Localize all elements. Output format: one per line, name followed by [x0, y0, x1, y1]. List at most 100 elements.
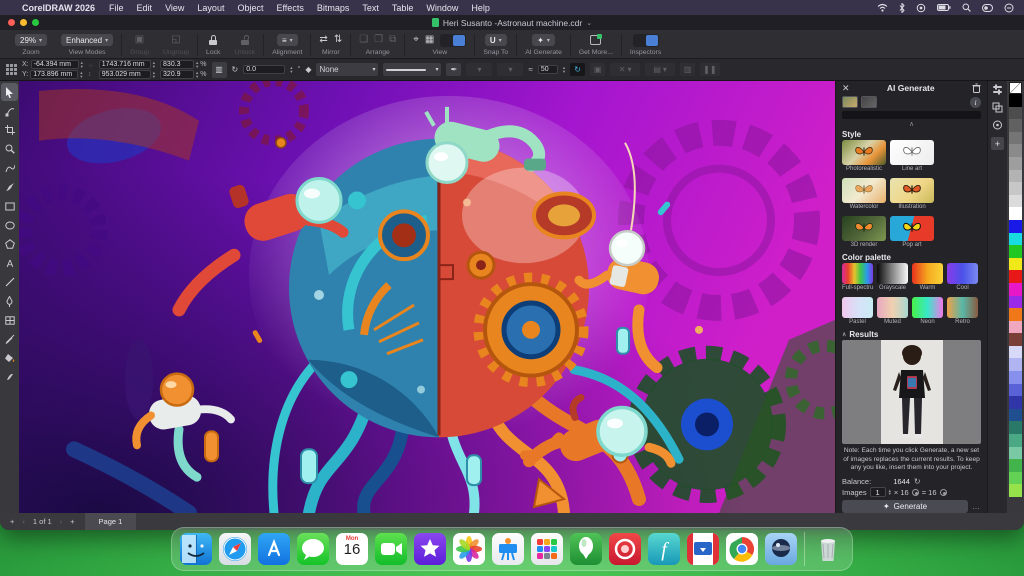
to-front-icon[interactable]: ❏ [359, 34, 368, 46]
info-icon[interactable]: i [970, 97, 981, 108]
fill-tool[interactable] [1, 349, 18, 367]
y-stepper[interactable]: ▴▾ [80, 71, 82, 78]
color-swatch[interactable] [1009, 283, 1022, 296]
menu-bitmaps[interactable]: Bitmaps [317, 3, 350, 13]
no-fill-swatch[interactable] [1009, 82, 1022, 94]
ai-generate-dropdown[interactable]: ✦▾ [532, 34, 555, 46]
menu-edit[interactable]: Edit [137, 3, 153, 13]
menu-layout[interactable]: Layout [197, 3, 224, 13]
images-stepper[interactable]: ▴▾ [889, 489, 891, 496]
distribute-button[interactable]: ▥ [680, 63, 695, 76]
rotation-stepper[interactable]: ▴▾ [290, 66, 292, 73]
mirror-horizontal-icon[interactable]: ⇄ [319, 34, 327, 46]
object-origin-icon[interactable] [6, 64, 17, 75]
palette-muted[interactable]: Muted [877, 297, 908, 327]
style-watercolor[interactable]: Watercolor [842, 178, 886, 212]
polygon-tool[interactable] [1, 235, 18, 253]
palette-retro[interactable]: Retro [947, 297, 978, 327]
menu-table[interactable]: Table [392, 3, 414, 13]
dock-photomirage[interactable] [609, 533, 641, 565]
artistic-media-tool[interactable] [1, 178, 18, 196]
color-swatch[interactable] [1009, 346, 1022, 359]
pen-settings-button[interactable]: ✒ [446, 63, 461, 76]
color-swatch[interactable] [1009, 258, 1022, 271]
palette-pastel[interactable]: Pastel [842, 297, 873, 327]
refresh-balance-icon[interactable]: ↻ [914, 477, 921, 486]
snap-to-dropdown[interactable]: U▾ [485, 34, 507, 46]
color-swatch[interactable] [1009, 195, 1022, 208]
table-tool[interactable] [1, 311, 18, 329]
color-swatch[interactable] [1009, 484, 1022, 497]
style-illustration[interactable]: Illustration [890, 178, 934, 212]
ellipse-tool[interactable] [1, 216, 18, 234]
rotation-field[interactable]: 0.0 [243, 65, 285, 74]
color-swatch[interactable] [1009, 371, 1022, 384]
wifi-icon[interactable] [877, 3, 888, 12]
dock-chrome[interactable] [726, 533, 758, 565]
width-field[interactable]: 1743.716 mm [99, 60, 151, 69]
color-swatch[interactable] [1009, 447, 1022, 460]
prompt-input[interactable] [842, 111, 981, 119]
brush-settings-icon[interactable] [992, 84, 1003, 95]
dock-imovie[interactable] [414, 533, 446, 565]
page-tab[interactable]: Page 1 [85, 513, 137, 530]
to-back-icon[interactable]: ❐ [374, 34, 383, 46]
color-swatch[interactable] [1009, 296, 1022, 309]
collapse-chevron-icon[interactable]: ∧ [842, 121, 981, 128]
text-tool[interactable]: A [1, 254, 18, 272]
color-swatch[interactable] [1009, 245, 1022, 258]
image-mode-button[interactable] [842, 96, 858, 108]
color-swatch[interactable] [1009, 396, 1022, 409]
scale-x-field[interactable]: 830.3 [160, 60, 194, 69]
dock-photos[interactable] [453, 533, 485, 565]
dock-safari[interactable] [219, 533, 251, 565]
menu-effects[interactable]: Effects [276, 3, 303, 13]
control-center-icon[interactable] [982, 4, 993, 12]
color-swatch[interactable] [1009, 182, 1022, 195]
battery-icon[interactable] [937, 4, 951, 12]
eyedropper-tool[interactable] [1, 330, 18, 348]
color-swatch[interactable] [1009, 459, 1022, 472]
x-stepper[interactable]: ▴▾ [81, 61, 83, 68]
grid-icon[interactable]: ▦ [425, 34, 434, 46]
menu-window[interactable]: Window [426, 3, 458, 13]
color-swatch[interactable] [1009, 207, 1022, 220]
overflow-icon[interactable] [1004, 3, 1014, 13]
add-page-button-right[interactable]: + [70, 517, 74, 526]
palette-neon[interactable]: Neon [912, 297, 943, 327]
color-swatch[interactable] [1009, 308, 1022, 321]
generate-button[interactable]: ✦Generate [842, 500, 968, 513]
scale-y-field[interactable]: 320.9 [160, 70, 194, 79]
dock-launchpad[interactable] [531, 533, 563, 565]
scale-y-stepper[interactable]: ▴▾ [196, 71, 198, 78]
alignment-dropdown[interactable]: ≡▾ [277, 34, 298, 46]
color-swatch[interactable] [1009, 472, 1022, 485]
color-swatch[interactable] [1009, 132, 1022, 145]
palette-full-spectrum[interactable]: Full-spectrum [842, 263, 873, 293]
palette-cool[interactable]: Cool [947, 263, 978, 293]
color-swatch[interactable] [1009, 119, 1022, 132]
dock-facetime[interactable] [375, 533, 407, 565]
corner-radius-field[interactable]: 50 [538, 65, 558, 74]
record-icon[interactable] [916, 3, 926, 13]
bluetooth-icon[interactable] [899, 3, 905, 13]
unlock-icon[interactable] [241, 35, 249, 45]
shape-tool[interactable] [1, 102, 18, 120]
style-3d-render[interactable]: 3D render [842, 216, 886, 250]
get-more-icon[interactable] [590, 35, 601, 45]
menu-file[interactable]: File [109, 3, 124, 13]
menu-help[interactable]: Help [471, 3, 490, 13]
end-arrowhead-dropdown[interactable]: ▾ [497, 63, 523, 76]
generate-more-options[interactable]: … [972, 502, 981, 511]
objects-inspector-icon[interactable] [992, 102, 1003, 113]
color-swatch[interactable] [1009, 233, 1022, 246]
pick-tool[interactable] [1, 83, 18, 101]
start-arrowhead-dropdown[interactable]: ▾ [466, 63, 492, 76]
text-properties-button[interactable]: ▣ [590, 63, 605, 76]
dock-app-store[interactable] [258, 533, 290, 565]
dock-calendar[interactable]: Mon 16 [336, 533, 368, 565]
rectangle-tool[interactable] [1, 197, 18, 215]
drawing-canvas[interactable] [19, 81, 835, 513]
color-swatch[interactable] [1009, 144, 1022, 157]
dock-photo-paint[interactable] [765, 533, 797, 565]
